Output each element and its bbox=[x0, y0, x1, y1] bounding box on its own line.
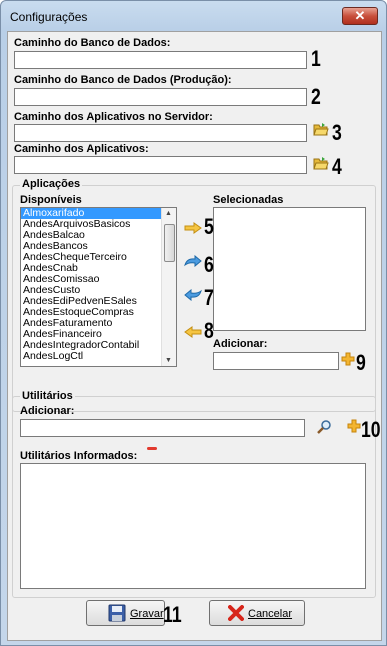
marker-10: 10 bbox=[361, 417, 381, 442]
disponiveis-list[interactable]: Almoxarifado AndesArquivosBasicos AndesBal… bbox=[20, 207, 177, 367]
gravar-label: Gravar bbox=[130, 608, 164, 620]
db-prod-path-input[interactable] bbox=[14, 88, 307, 106]
aplicacoes-adicionar-input[interactable] bbox=[213, 352, 339, 370]
selecionadas-label: Selecionadas bbox=[213, 194, 284, 206]
arrow-left-icon[interactable] bbox=[184, 326, 202, 338]
marker-2: 2 bbox=[311, 84, 321, 109]
scroll-up-icon[interactable]: ▲ bbox=[165, 210, 172, 217]
utilitarios-group-label: Utilitários bbox=[20, 390, 75, 402]
disponiveis-scrollbar[interactable]: ▲ ▼ bbox=[161, 208, 176, 366]
aplicacoes-adicionar-label: Adicionar: bbox=[213, 338, 268, 350]
apps-server-path-input[interactable] bbox=[14, 124, 307, 142]
db-path-label: Caminho do Banco de Dados: bbox=[14, 37, 171, 49]
plus-icon[interactable] bbox=[341, 352, 355, 366]
close-button[interactable]: ✕ bbox=[342, 7, 378, 25]
folder-open-icon[interactable] bbox=[313, 156, 329, 170]
save-icon bbox=[108, 604, 126, 622]
cancelar-label: Cancelar bbox=[248, 608, 293, 620]
marker-1: 1 bbox=[311, 46, 321, 71]
window-title: Configurações bbox=[10, 10, 88, 24]
utilitarios-informados-label: Utilitários Informados: bbox=[20, 450, 138, 462]
folder-open-icon[interactable] bbox=[313, 122, 329, 136]
marker-7: 7 bbox=[204, 285, 214, 310]
marker-5: 5 bbox=[204, 214, 214, 239]
dialog-body: Caminho do Banco de Dados: 1 Caminho do … bbox=[7, 31, 382, 641]
utilitarios-adicionar-label: Adicionar: bbox=[20, 405, 75, 417]
scroll-down-icon[interactable]: ▼ bbox=[165, 357, 172, 364]
db-path-input[interactable] bbox=[14, 51, 307, 69]
arrow-all-left-icon[interactable] bbox=[184, 289, 202, 301]
close-icon bbox=[228, 605, 244, 621]
scroll-thumb[interactable] bbox=[164, 224, 175, 262]
config-window: Configurações ✕ Caminho do Banco de Dado… bbox=[0, 0, 387, 646]
selecionadas-list[interactable] bbox=[213, 207, 366, 331]
apps-path-input[interactable] bbox=[14, 156, 307, 174]
title-bar: Configurações ✕ bbox=[1, 1, 386, 31]
aplicacoes-group-label: Aplicações bbox=[20, 178, 83, 190]
disponiveis-label: Disponíveis bbox=[20, 194, 82, 206]
cancelar-button[interactable]: Cancelar bbox=[209, 600, 305, 626]
utilitarios-adicionar-input[interactable] bbox=[20, 419, 305, 437]
marker-9: 9 bbox=[356, 350, 366, 375]
marker-4: 4 bbox=[332, 154, 342, 179]
marker-11: 11 bbox=[163, 602, 182, 627]
apps-path-label: Caminho dos Aplicativos: bbox=[14, 143, 149, 155]
search-icon[interactable] bbox=[316, 419, 332, 435]
arrow-right-icon[interactable] bbox=[184, 222, 202, 234]
arrow-all-right-icon[interactable] bbox=[184, 255, 202, 267]
marker-6: 6 bbox=[204, 252, 214, 277]
minus-icon[interactable] bbox=[146, 446, 158, 452]
apps-server-path-label: Caminho dos Aplicativos no Servidor: bbox=[14, 111, 213, 123]
gravar-button[interactable]: Gravar bbox=[86, 600, 165, 626]
utilitarios-informados-list[interactable] bbox=[20, 463, 366, 589]
disponiveis-items: Almoxarifado AndesArquivosBasicos AndesBal… bbox=[21, 208, 176, 362]
marker-3: 3 bbox=[332, 120, 342, 145]
plus-icon[interactable] bbox=[347, 419, 361, 433]
db-prod-path-label: Caminho do Banco de Dados (Produção): bbox=[14, 74, 232, 86]
list-item[interactable]: AndesLogCtl bbox=[21, 351, 176, 362]
